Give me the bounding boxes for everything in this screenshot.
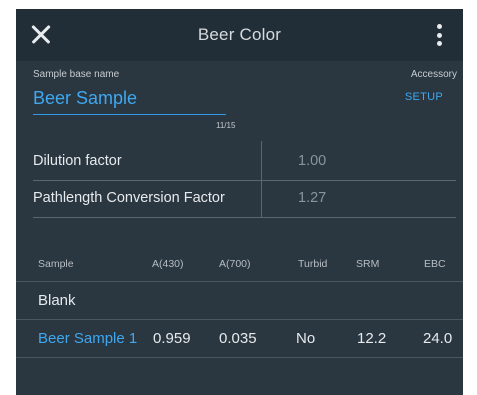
character-counter: 11/15 bbox=[216, 121, 236, 130]
a430-cell: 0.959 bbox=[153, 330, 191, 347]
pathlength-factor-row[interactable]: Pathlength Conversion Factor 1.27 bbox=[33, 180, 456, 218]
more-dot bbox=[437, 32, 442, 38]
column-header-ebc: EBC bbox=[424, 258, 446, 270]
pathlength-factor-value[interactable]: 1.27 bbox=[298, 190, 326, 206]
turbid-cell: No bbox=[296, 330, 316, 347]
sample-base-name-label: Sample base name bbox=[33, 69, 120, 80]
more-dot bbox=[437, 41, 442, 46]
app-bar: Beer Color bbox=[16, 9, 463, 61]
srm-cell: 12.2 bbox=[357, 330, 387, 347]
more-dot bbox=[437, 24, 442, 29]
column-header-srm: SRM bbox=[356, 258, 380, 270]
accessory-label: Accessory bbox=[410, 69, 457, 80]
app-screen: Beer Color Sample base name Beer Sample … bbox=[16, 9, 463, 395]
dilution-factor-row[interactable]: Dilution factor 1.00 bbox=[33, 143, 456, 181]
column-header-a430: A(430) bbox=[152, 258, 184, 270]
column-header-sample: Sample bbox=[38, 258, 74, 270]
app-title: Beer Color bbox=[197, 25, 282, 44]
results-table: Sample A(430) A(700) Turbid SRM EBC Blan… bbox=[16, 249, 463, 358]
ebc-cell: 24.0 bbox=[423, 330, 453, 347]
blank-label: Blank bbox=[38, 292, 76, 309]
sample-name-cell[interactable]: Beer Sample 1 bbox=[38, 330, 137, 347]
table-header: Sample A(430) A(700) Turbid SRM EBC bbox=[16, 249, 463, 282]
factor-divider bbox=[261, 141, 262, 218]
dilution-factor-value[interactable]: 1.00 bbox=[298, 153, 326, 169]
column-header-turbid: Turbid bbox=[298, 258, 328, 270]
sample-base-name-value[interactable]: Beer Sample bbox=[33, 88, 137, 109]
pathlength-factor-label: Pathlength Conversion Factor bbox=[33, 190, 225, 206]
setup-button[interactable]: SETUP bbox=[405, 91, 443, 103]
column-header-a700: A(700) bbox=[219, 258, 251, 270]
more-vert-icon[interactable] bbox=[430, 21, 450, 49]
a700-cell: 0.035 bbox=[219, 330, 257, 347]
blank-row[interactable]: Blank bbox=[16, 282, 463, 320]
dilution-factor-label: Dilution factor bbox=[33, 153, 122, 169]
table-row[interactable]: Beer Sample 1 0.959 0.035 No 12.2 24.0 bbox=[16, 320, 463, 358]
sample-base-name-input[interactable]: Beer Sample bbox=[33, 86, 226, 115]
